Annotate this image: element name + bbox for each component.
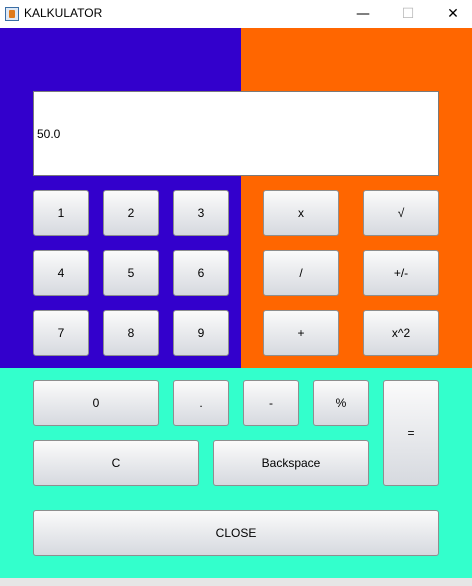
java-app-icon — [5, 7, 19, 21]
title-bar: KALKULATOR — ☐ ✕ — [0, 0, 472, 28]
display-field[interactable]: 50.0 — [33, 91, 439, 176]
maximize-icon[interactable]: ☐ — [391, 0, 425, 28]
calculator-window: KALKULATOR — ☐ ✕ 50.0 1 2 3 x √ 4 5 6 / … — [0, 0, 472, 586]
minus-button[interactable]: - — [243, 380, 299, 426]
digit-3-button[interactable]: 3 — [173, 190, 229, 236]
square-root-button[interactable]: √ — [363, 190, 439, 236]
negate-button[interactable]: +/- — [363, 250, 439, 296]
multiply-button[interactable]: x — [263, 190, 339, 236]
digit-5-button[interactable]: 5 — [103, 250, 159, 296]
close-window-icon[interactable]: ✕ — [436, 0, 470, 28]
digit-0-button[interactable]: 0 — [33, 380, 159, 426]
close-button[interactable]: CLOSE — [33, 510, 439, 556]
window-title: KALKULATOR — [24, 6, 103, 20]
digit-4-button[interactable]: 4 — [33, 250, 89, 296]
square-button[interactable]: x^2 — [363, 310, 439, 356]
percent-button[interactable]: % — [313, 380, 369, 426]
backspace-button[interactable]: Backspace — [213, 440, 369, 486]
digit-2-button[interactable]: 2 — [103, 190, 159, 236]
plus-button[interactable]: + — [263, 310, 339, 356]
clear-button[interactable]: C — [33, 440, 199, 486]
decimal-point-button[interactable]: . — [173, 380, 229, 426]
display-value: 50.0 — [37, 126, 61, 141]
equals-button[interactable]: = — [383, 380, 439, 486]
digit-1-button[interactable]: 1 — [33, 190, 89, 236]
digit-6-button[interactable]: 6 — [173, 250, 229, 296]
minimize-icon[interactable]: — — [346, 0, 380, 28]
window-bottom-edge — [0, 578, 472, 586]
digit-8-button[interactable]: 8 — [103, 310, 159, 356]
digit-7-button[interactable]: 7 — [33, 310, 89, 356]
digit-9-button[interactable]: 9 — [173, 310, 229, 356]
divide-button[interactable]: / — [263, 250, 339, 296]
